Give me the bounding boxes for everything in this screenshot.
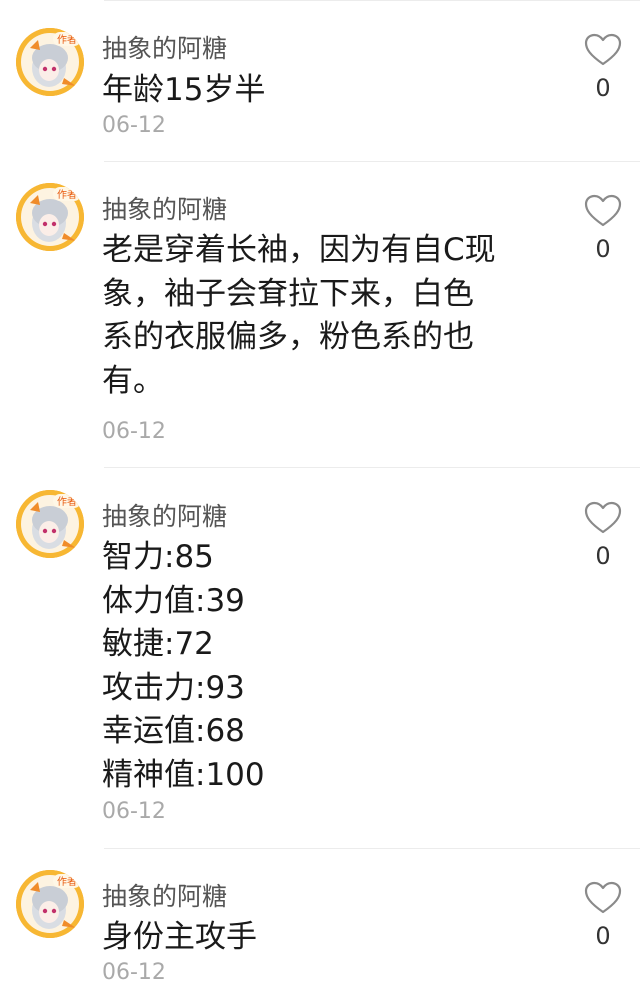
avatar[interactable]: 作者 <box>16 490 84 558</box>
comment-line: 象，袖子会耷拉下来，白色 <box>102 275 474 312</box>
comment-date: 06-12 <box>102 799 166 824</box>
comment-author[interactable]: 抽象的阿糖 <box>102 882 227 912</box>
comment-line: 系的衣服偏多，粉色系的也 <box>102 319 474 356</box>
comment-body: 智力:85 体力值:39 敏捷:72 攻击力:93 幸运值:68 精神值:100 <box>102 536 522 798</box>
heart-outline-icon[interactable] <box>584 33 622 67</box>
comment-author[interactable]: 抽象的阿糖 <box>102 195 227 225</box>
comment-line: 身份主攻手 <box>102 919 257 955</box>
author-badge-label: 作者 <box>57 189 77 201</box>
avatar[interactable]: 作者 <box>16 183 84 251</box>
comment-divider <box>104 161 640 162</box>
comment-date: 06-12 <box>102 419 166 444</box>
comment-line: 攻击力:93 <box>102 669 245 706</box>
like-count: 0 <box>595 542 611 570</box>
author-badge-icon: 作者 <box>53 187 81 201</box>
heart-outline-icon[interactable] <box>584 501 622 535</box>
author-badge-icon: 作者 <box>53 32 81 46</box>
comment-body: 身份主攻手 <box>102 916 522 960</box>
comment-date: 06-12 <box>102 113 166 138</box>
comment-line: 幸运值:68 <box>102 713 245 750</box>
comment-line: 老是穿着长袖，因为有自C现 <box>102 232 496 268</box>
comment-body: 年龄15岁半 <box>102 69 522 113</box>
comment-divider <box>104 848 640 849</box>
heart-outline-icon[interactable] <box>584 881 622 915</box>
comment-line: 体力值:39 <box>102 582 245 619</box>
comment-line: 年龄15岁半 <box>102 72 266 108</box>
avatar[interactable]: 作者 <box>16 28 84 96</box>
author-badge-label: 作者 <box>57 34 77 46</box>
author-badge-icon: 作者 <box>53 494 81 508</box>
author-badge-label: 作者 <box>57 876 77 888</box>
like-count: 0 <box>595 235 611 263</box>
comment-divider <box>104 0 640 1</box>
comment-line: 智力:85 <box>102 539 214 575</box>
like-count: 0 <box>595 922 611 950</box>
comment-line: 有。 <box>102 362 164 399</box>
author-badge-label: 作者 <box>57 496 77 508</box>
comment-date: 06-12 <box>102 960 166 985</box>
comment-divider <box>104 467 640 468</box>
comment-body: 老是穿着长袖，因为有自C现 象，袖子会耷拉下来，白色 系的衣服偏多，粉色系的也 … <box>102 229 522 403</box>
comment-author[interactable]: 抽象的阿糖 <box>102 502 227 532</box>
heart-outline-icon[interactable] <box>584 194 622 228</box>
like-count: 0 <box>595 74 611 102</box>
comment-author[interactable]: 抽象的阿糖 <box>102 34 227 64</box>
avatar[interactable]: 作者 <box>16 870 84 938</box>
comment-line: 精神值:100 <box>102 756 265 793</box>
author-badge-icon: 作者 <box>53 874 81 888</box>
comment-line: 敏捷:72 <box>102 626 214 663</box>
